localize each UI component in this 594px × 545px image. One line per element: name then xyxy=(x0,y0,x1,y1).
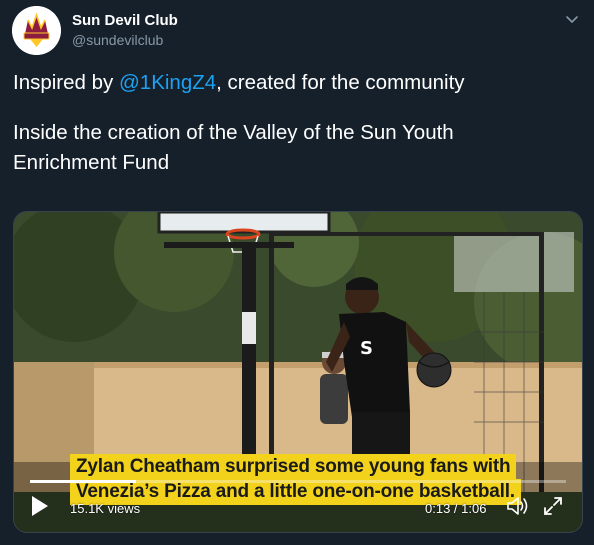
video-controls: 15.1K views 0:13 / 1:06 xyxy=(14,480,582,532)
tweet: Sun Devil Club @sundevilclub Inspired by… xyxy=(0,0,594,545)
svg-text:S: S xyxy=(360,338,373,359)
progress-bar[interactable] xyxy=(30,480,566,483)
video-player[interactable]: S Zylan Cheatham surprised some young fa… xyxy=(13,211,583,533)
video-time: 0:13 / 1:06 xyxy=(425,501,487,516)
account-name[interactable]: Sun Devil Club xyxy=(72,12,178,29)
mention-link[interactable]: @1KingZ4 xyxy=(119,71,216,94)
volume-icon[interactable] xyxy=(506,495,530,517)
tweet-line-1-suffix: , created for the community xyxy=(216,71,465,94)
fullscreen-icon[interactable] xyxy=(542,495,564,517)
video-caption-line-1: Zylan Cheatham surprised some young fans… xyxy=(70,454,517,480)
progress-bar-fill xyxy=(30,480,136,483)
play-icon[interactable] xyxy=(30,494,50,518)
sun-devil-club-logo-icon xyxy=(12,6,61,55)
tweet-text: Inspired by @1KingZ4, created for the co… xyxy=(13,68,578,178)
view-count: 15.1K views xyxy=(70,501,141,516)
tweet-line-1-prefix: Inspired by xyxy=(13,71,119,94)
chevron-down-icon[interactable] xyxy=(562,10,582,30)
tweet-line-2: Inside the creation of the Valley of the… xyxy=(13,121,454,144)
account-handle[interactable]: @sundevilclub xyxy=(72,32,163,48)
tweet-line-1: Inspired by @1KingZ4, created for the co… xyxy=(13,68,578,98)
avatar[interactable] xyxy=(12,6,61,55)
tweet-line-3: Enrichment Fund xyxy=(13,151,170,174)
